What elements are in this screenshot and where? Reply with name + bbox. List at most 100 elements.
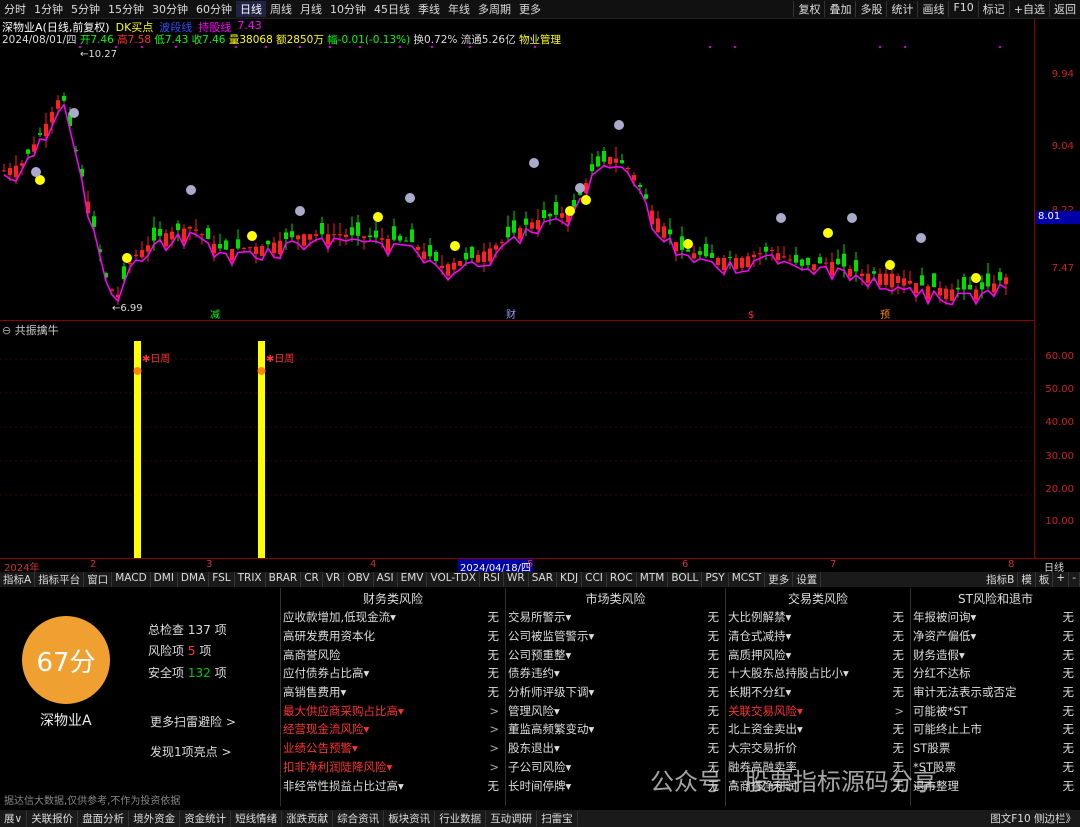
risk-item[interactable]: 退市整理无: [913, 776, 1078, 795]
collapse-icon[interactable]: ⊖: [2, 324, 11, 337]
indicator-tab[interactable]: MCST: [729, 572, 766, 587]
bottom-tab[interactable]: 关联报价: [27, 811, 79, 826]
indicator-tab[interactable]: PSY: [702, 572, 729, 587]
risk-item[interactable]: 应付债券占比高▾ 无: [283, 664, 503, 683]
risk-item[interactable]: 应收款增加,低现金流▾ 无: [283, 608, 503, 627]
risk-item[interactable]: 经营现金流风险▾ >: [283, 720, 503, 739]
indicator-tab[interactable]: 板: [1036, 572, 1054, 587]
indicator-tab[interactable]: +: [1053, 572, 1070, 587]
toolbar-button[interactable]: 标记: [977, 1, 1009, 17]
bottom-tab[interactable]: 盘面分析: [78, 811, 130, 826]
bottom-tab[interactable]: 短线情绪: [231, 811, 283, 826]
indicator-tab[interactable]: 更多: [765, 572, 794, 587]
risk-item[interactable]: 公司预重整▾ 无: [508, 645, 723, 664]
bottom-tab[interactable]: 境外资金: [129, 811, 181, 826]
toolbar-button[interactable]: F10: [948, 1, 977, 17]
risk-item[interactable]: 可能被*ST 无: [913, 701, 1078, 720]
bottom-tab[interactable]: 涨跌贡献: [282, 811, 334, 826]
bottom-tab[interactable]: 扫雷宝: [537, 811, 578, 826]
indicator-tab[interactable]: 指标A: [0, 572, 36, 587]
risk-item[interactable]: 可能终止上市 无: [913, 720, 1078, 739]
indicator-tab[interactable]: WR: [504, 572, 529, 587]
period-tab[interactable]: 季线: [414, 1, 444, 17]
risk-item[interactable]: 十大股东总持股占比小▾ 无: [728, 664, 908, 683]
f10-sidebar-button[interactable]: 图文F10 侧边栏》: [986, 811, 1080, 826]
risk-item[interactable]: 交易所警示▾ 无: [508, 608, 723, 627]
indicator-tab[interactable]: OBV: [344, 572, 374, 587]
indicator-tab[interactable]: MACD: [112, 572, 151, 587]
risk-item[interactable]: 高研发费用资本化 无: [283, 627, 503, 646]
toolbar-button[interactable]: +自选: [1008, 1, 1049, 17]
period-tab[interactable]: 30分钟: [148, 1, 192, 17]
risk-item[interactable]: 大宗交易折价 无: [728, 739, 908, 758]
indicator-tab[interactable]: -: [1069, 572, 1080, 587]
kline-svg[interactable]: ←10.27←6.99减财 $ 预: [0, 45, 1034, 321]
risk-item[interactable]: 高质押风险▾ 无: [728, 645, 908, 664]
period-tab[interactable]: 更多: [515, 1, 545, 17]
indicator-tab[interactable]: CCI: [582, 572, 607, 587]
candlestick-chart[interactable]: ←10.27 ←6.99 减财 $ 预: [0, 45, 1034, 321]
indicator-tab[interactable]: EMV: [398, 572, 428, 587]
toolbar-button[interactable]: 画线: [917, 1, 948, 17]
risk-item[interactable]: 年报被问询▾ 无: [913, 608, 1078, 627]
risk-item[interactable]: 高商誉风险 无: [283, 645, 503, 664]
risk-item[interactable]: 管理风险▾ 无: [508, 701, 723, 720]
risk-item[interactable]: 债券违约▾ 无: [508, 664, 723, 683]
risk-item[interactable]: 财务造假▾ 无: [913, 645, 1078, 664]
risk-item[interactable]: 分析师评级下调▾ 无: [508, 683, 723, 702]
toolbar-button[interactable]: 返回: [1049, 1, 1080, 17]
indicator-tab[interactable]: 指标B: [983, 572, 1019, 587]
risk-item[interactable]: 北上资金卖出▾ 无: [728, 720, 908, 739]
risk-item[interactable]: 大比例解禁▾ 无: [728, 608, 908, 627]
risk-item[interactable]: 非经常性损益占比过高▾ 无: [283, 776, 503, 795]
risk-item[interactable]: 分红不达标 无: [913, 664, 1078, 683]
period-tab[interactable]: 周线: [266, 1, 296, 17]
period-tab[interactable]: 分时: [0, 1, 30, 17]
indicator-tab[interactable]: BRAR: [266, 572, 302, 587]
indicator-tab[interactable]: VR: [323, 572, 345, 587]
toolbar-button[interactable]: 叠加: [824, 1, 855, 17]
risk-item[interactable]: 审计无法表示或否定 无: [913, 683, 1078, 702]
indicator-tab[interactable]: RSI: [480, 572, 504, 587]
toolbar-button[interactable]: 统计: [886, 1, 917, 17]
risk-item[interactable]: 清仓式减持▾ 无: [728, 627, 908, 646]
risk-item[interactable]: 长期不分红▾ 无: [728, 683, 908, 702]
risk-item[interactable]: 扣非净利润陡降风险▾ >: [283, 758, 503, 777]
toolbar-button[interactable]: 多股: [855, 1, 886, 17]
more-scan-link[interactable]: 更多扫雷避险 >: [150, 713, 236, 730]
period-tab[interactable]: 5分钟: [67, 1, 104, 17]
risk-item[interactable]: 最大供应商采购占比高▾ >: [283, 701, 503, 720]
risk-item[interactable]: 高销售费用▾ 无: [283, 683, 503, 702]
period-tab[interactable]: 45日线: [370, 1, 414, 17]
indicator-tab[interactable]: SAR: [529, 572, 558, 587]
bottom-tab[interactable]: 综合资讯: [333, 811, 385, 826]
indicator-tab[interactable]: 窗口: [84, 572, 113, 587]
indicator-tab[interactable]: MTM: [637, 572, 669, 587]
indicator-tab[interactable]: 模: [1018, 572, 1036, 587]
indicator-tab[interactable]: DMI: [151, 572, 178, 587]
period-tab[interactable]: 多周期: [474, 1, 515, 17]
bottom-tab[interactable]: 互动调研: [486, 811, 538, 826]
risk-item[interactable]: 公司被监管警示▾ 无: [508, 627, 723, 646]
indicator-tab[interactable]: FSL: [209, 572, 235, 587]
risk-item[interactable]: 业绩公告预警▾ >: [283, 739, 503, 758]
risk-item[interactable]: 净资产偏低▾ 无: [913, 627, 1078, 646]
indicator-tab[interactable]: VOL-TDX: [427, 572, 480, 587]
period-tab[interactable]: 60分钟: [192, 1, 236, 17]
bottom-tab[interactable]: 展∨: [0, 811, 28, 826]
period-tab[interactable]: 日线: [236, 1, 266, 17]
indicator-tab[interactable]: DMA: [178, 572, 210, 587]
period-tab[interactable]: 15分钟: [104, 1, 148, 17]
risk-item[interactable]: *ST股票无: [913, 758, 1078, 777]
risk-item[interactable]: 董监高频繁变动▾ 无: [508, 720, 723, 739]
period-tab[interactable]: 月线: [296, 1, 326, 17]
indicator-tab[interactable]: BOLL: [668, 572, 703, 587]
bottom-tab[interactable]: 行业数据: [435, 811, 487, 826]
bottom-tab[interactable]: 资金统计: [180, 811, 232, 826]
indicator-tab[interactable]: KDJ: [557, 572, 583, 587]
indicator-tab[interactable]: 设置: [793, 572, 822, 587]
indicator-tab[interactable]: 指标平台: [35, 572, 85, 587]
bottom-tab[interactable]: 板块资讯: [384, 811, 436, 826]
toolbar-button[interactable]: 复权: [793, 1, 824, 17]
indicator-tab[interactable]: TRIX: [235, 572, 266, 587]
